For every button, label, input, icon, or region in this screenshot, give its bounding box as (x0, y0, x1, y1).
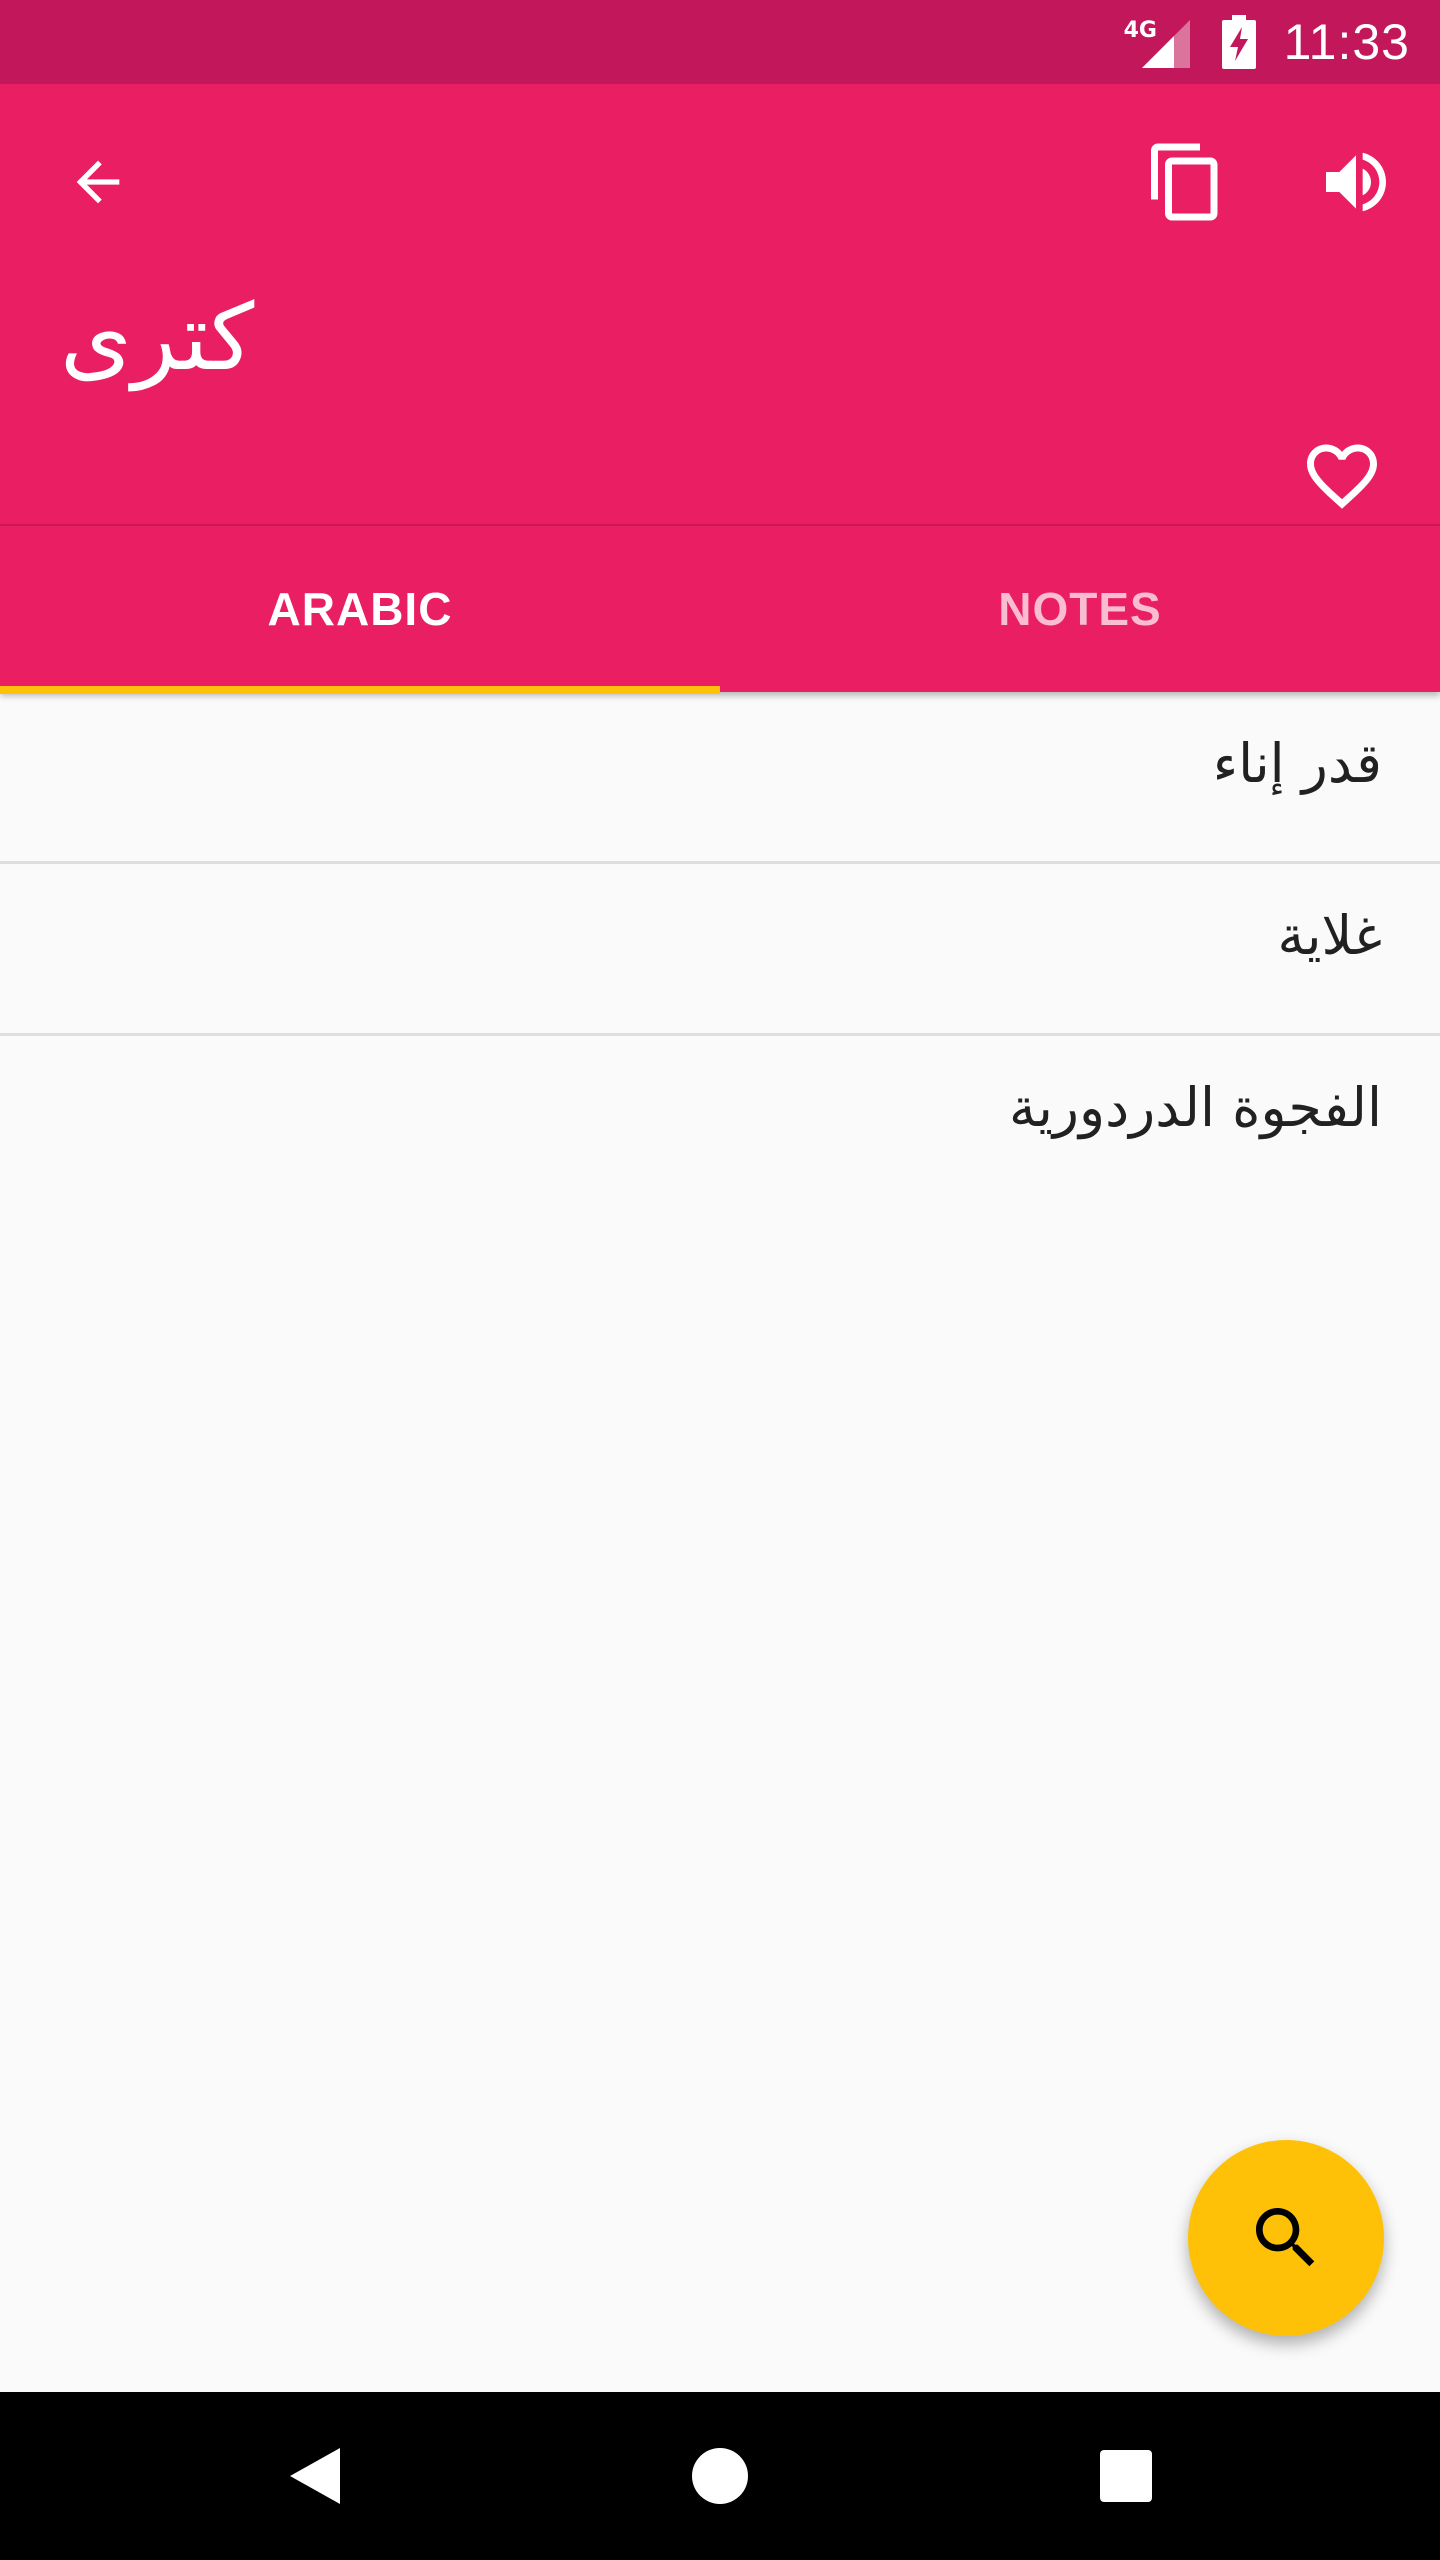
volume-icon (1326, 152, 1386, 212)
speak-button[interactable] (1300, 126, 1412, 238)
tab-notes[interactable]: NOTES (720, 526, 1440, 692)
translation-list: قدر إناء غلاية الفجوة الدردورية (0, 692, 1440, 1208)
signal-icon: 4G (1124, 16, 1194, 68)
search-icon (1256, 2208, 1315, 2267)
search-fab[interactable] (1188, 2140, 1384, 2336)
back-button[interactable] (42, 126, 154, 238)
copy-button[interactable] (1130, 126, 1242, 238)
page-title: كترى (60, 284, 255, 391)
favorite-button[interactable] (1286, 426, 1398, 526)
list-item[interactable]: الفجوة الدردورية (0, 1036, 1440, 1208)
recents-square-icon (1100, 2450, 1152, 2502)
status-icons: 4G 11:33 (1124, 0, 1410, 84)
status-bar: 4G 11:33 (0, 0, 1440, 84)
home-circle-icon (692, 2448, 748, 2504)
tab-arabic[interactable]: ARABIC (0, 526, 720, 692)
system-nav-bar (0, 2392, 1440, 2560)
app-bar: كترى (0, 84, 1440, 528)
nav-back-button[interactable] (248, 2408, 384, 2544)
nav-home-button[interactable] (652, 2408, 788, 2544)
tab-bar: ARABIC NOTES (0, 526, 1440, 694)
list-item-text: غلاية (1277, 904, 1382, 967)
list-item-text: الفجوة الدردورية (1008, 1076, 1382, 1139)
list-item-text: قدر إناء (1212, 732, 1382, 795)
heart-outline-icon (1307, 444, 1377, 509)
nav-recents-button[interactable] (1058, 2408, 1194, 2544)
copy-icon (1151, 143, 1218, 221)
back-triangle-icon (290, 2448, 340, 2504)
list-item[interactable]: غلاية (0, 864, 1440, 1036)
back-arrow-icon (76, 160, 120, 204)
list-item[interactable]: قدر إناء (0, 692, 1440, 864)
clock: 11:33 (1283, 14, 1410, 70)
battery-charging-icon (1221, 15, 1256, 69)
